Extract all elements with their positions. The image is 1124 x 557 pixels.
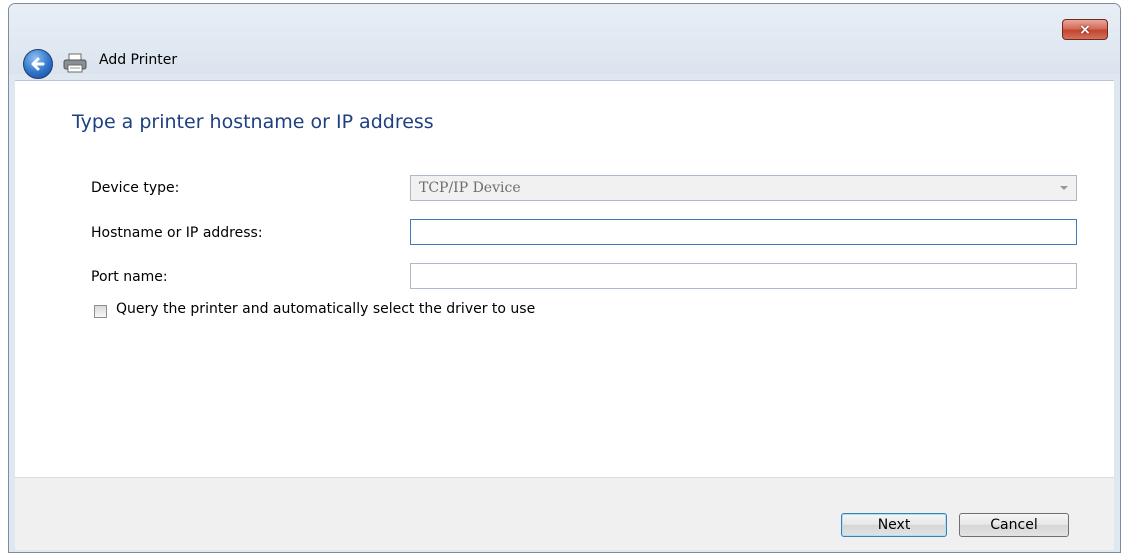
device-type-value: TCP/IP Device xyxy=(419,180,521,196)
back-arrow-icon xyxy=(31,57,45,71)
port-name-input[interactable] xyxy=(410,263,1077,289)
port-name-label: Port name: xyxy=(91,269,168,285)
chevron-down-icon xyxy=(1060,186,1068,190)
query-printer-checkbox[interactable] xyxy=(94,305,107,318)
title-bar: × Add Printer xyxy=(9,4,1120,79)
close-button[interactable]: × xyxy=(1062,19,1108,40)
page-title: Type a printer hostname or IP address xyxy=(72,111,434,133)
back-button[interactable] xyxy=(23,49,53,79)
device-type-select[interactable]: TCP/IP Device xyxy=(410,175,1077,201)
printer-icon xyxy=(63,53,87,73)
device-type-label: Device type: xyxy=(91,180,180,196)
hostname-label: Hostname or IP address: xyxy=(91,225,263,241)
cancel-button[interactable]: Cancel xyxy=(959,513,1069,537)
close-icon: × xyxy=(1079,21,1091,38)
window-title: Add Printer xyxy=(99,52,178,68)
wizard-content: Type a printer hostname or IP address De… xyxy=(15,80,1114,478)
query-printer-label[interactable]: Query the printer and automatically sele… xyxy=(116,301,535,317)
add-printer-window: × Add Printer Type a printer hostname or… xyxy=(8,3,1121,553)
next-button[interactable]: Next xyxy=(841,513,947,537)
hostname-input[interactable] xyxy=(410,219,1077,245)
wizard-footer: Next Cancel xyxy=(15,477,1114,550)
